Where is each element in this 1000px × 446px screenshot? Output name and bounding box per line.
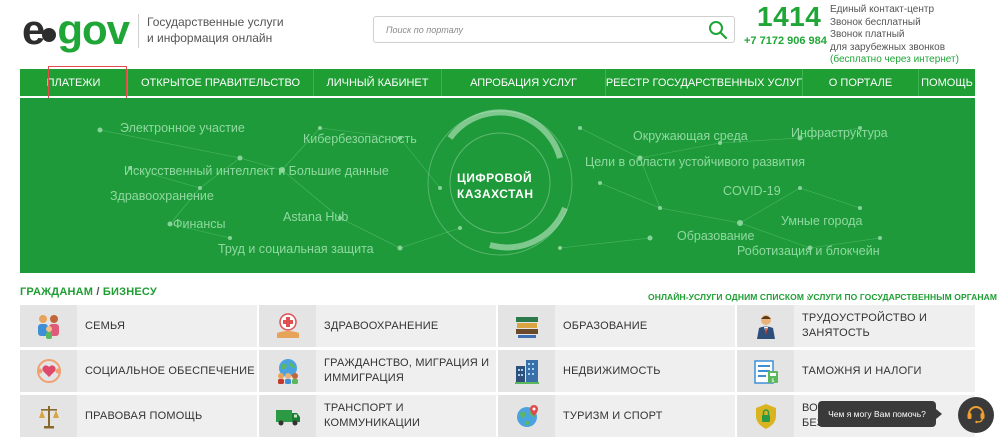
online-services-list-link[interactable]: ОНЛАЙН-УСЛУГИ ОДНИМ СПИСКОМ ›: [648, 292, 809, 302]
category-healthcare[interactable]: ЗДРАВООХРАНЕНИЕ: [259, 305, 496, 347]
contact-line: Звонок платный: [830, 29, 905, 40]
category-real-estate[interactable]: НЕДВИЖИМОСТЬ: [498, 350, 735, 392]
shield-lock-icon: [737, 395, 794, 437]
scales-icon: [20, 395, 77, 437]
category-label: ГРАЖДАНСТВО, МИГРАЦИЯ И ИММИГРАЦИЯ: [324, 357, 490, 384]
category-label: ЗДРАВООХРАНЕНИЕ: [324, 319, 439, 332]
logo-e: e: [22, 6, 45, 53]
section-title: ГРАЖДАНАМ / БИЗНЕСУ: [20, 286, 157, 298]
category-label: ТАМОЖНЯ И НАЛОГИ: [802, 364, 922, 377]
banner-title-line: КАЗАХСТАН: [457, 187, 534, 201]
banner-label[interactable]: Кибербезопасность: [303, 132, 417, 146]
truck-icon: [259, 395, 316, 437]
title-separator: /: [93, 286, 103, 298]
tagline: Государственные услуги и информация онла…: [138, 14, 288, 48]
search-icon[interactable]: [708, 20, 728, 40]
chat-tooltip[interactable]: Чем я могу Вам помочь?: [818, 401, 942, 427]
logo-gov: gov: [57, 6, 130, 53]
banner-label[interactable]: Финансы: [173, 217, 225, 231]
books-icon: [498, 305, 555, 347]
contact-info: Единый контакт-центр Звонок бесплатный З…: [830, 4, 1000, 67]
category-customs-taxes[interactable]: $ ТАМОЖНЯ И НАЛОГИ: [737, 350, 975, 392]
banner-label[interactable]: Роботизация и блокчейн: [737, 244, 880, 258]
category-label: СОЦИАЛЬНОЕ ОБЕСПЕЧЕНИЕ: [85, 364, 255, 377]
social-heart-icon: [20, 350, 77, 392]
search-box: [373, 16, 735, 43]
globe-people-icon: [259, 350, 316, 392]
nav-personal-account[interactable]: ЛИЧНЫЙ КАБИНЕТ: [314, 69, 442, 96]
banner-title: ЦИФРОВОЙ КАЗАХСТАН: [457, 170, 534, 202]
banner-label[interactable]: Образование: [677, 229, 754, 243]
category-education[interactable]: ОБРАЗОВАНИЕ: [498, 305, 735, 347]
banner-label[interactable]: Здравоохранение: [110, 189, 214, 203]
contact-line: для зарубежных звонков: [830, 41, 946, 53]
contact-line: Единый контакт-центр: [830, 4, 935, 15]
services-by-agency-link[interactable]: УСЛУГИ ПО ГОСУДАРСТВЕННЫМ ОРГАНАМ ›: [808, 292, 1000, 302]
category-legal-aid[interactable]: ПРАВОВАЯ ПОМОЩЬ: [20, 395, 257, 437]
nav-open-government[interactable]: ОТКРЫТОЕ ПРАВИТЕЛЬСТВО: [128, 69, 314, 96]
banner-label[interactable]: Окружающая среда: [633, 129, 748, 143]
banner-label[interactable]: Искусственный интеллект и Большие данные: [124, 164, 389, 178]
category-label: ПРАВОВАЯ ПОМОЩЬ: [85, 409, 203, 422]
category-label: ОБРАЗОВАНИЕ: [563, 319, 648, 332]
digital-kazakhstan-banner[interactable]: Электронное участие Кибербезопасность Ис…: [20, 98, 975, 273]
contact-line: Звонок бесплатный: [830, 16, 921, 28]
contact-phone[interactable]: +7 7172 906 984: [744, 35, 827, 47]
category-citizenship-migration[interactable]: ГРАЖДАНСТВО, МИГРАЦИЯ И ИММИГРАЦИЯ: [259, 350, 496, 392]
main-nav: ПЛАТЕЖИ ОТКРЫТОЕ ПРАВИТЕЛЬСТВО ЛИЧНЫЙ КА…: [20, 69, 975, 96]
globe-pin-icon: [498, 395, 555, 437]
tab-business[interactable]: БИЗНЕСУ: [103, 286, 157, 298]
category-family[interactable]: СЕМЬЯ: [20, 305, 257, 347]
banner-label[interactable]: Труд и социальная защита: [218, 242, 374, 256]
category-social-security[interactable]: СОЦИАЛЬНОЕ ОБЕСПЕЧЕНИЕ: [20, 350, 257, 392]
banner-label[interactable]: COVID-19: [723, 184, 781, 198]
category-label: ТРУДОУСТРОЙСТВО И ЗАНЯТОСТЬ: [802, 312, 928, 339]
category-label: ТУРИЗМ И СПОРТ: [563, 409, 663, 422]
tab-citizens[interactable]: ГРАЖДАНАМ: [20, 286, 93, 298]
nav-help[interactable]: ПОМОЩЬ: [919, 69, 975, 96]
category-label: ТРАНСПОРТ И КОММУНИКАЦИИ: [324, 402, 421, 429]
nav-service-registry[interactable]: РЕЕСТР ГОСУДАРСТВЕННЫХ УСЛУГ: [606, 69, 803, 96]
healthcare-icon: [259, 305, 316, 347]
category-tourism-sports[interactable]: ТУРИЗМ И СПОРТ: [498, 395, 735, 437]
svg-text:$: $: [771, 378, 774, 384]
family-icon: [20, 305, 77, 347]
category-transport[interactable]: ТРАНСПОРТ И КОММУНИКАЦИИ: [259, 395, 496, 437]
banner-label[interactable]: Цели в области устойчивого развития: [585, 155, 805, 169]
category-employment[interactable]: ТРУДОУСТРОЙСТВО И ЗАНЯТОСТЬ: [737, 305, 975, 347]
nav-about-portal[interactable]: О ПОРТАЛЕ: [803, 69, 919, 96]
nav-service-testing[interactable]: АПРОБАЦИЯ УСЛУГ: [442, 69, 606, 96]
banner-label[interactable]: Электронное участие: [120, 121, 245, 135]
logo-dot-icon: [42, 28, 57, 42]
category-label: НЕДВИЖИМОСТЬ: [563, 364, 661, 377]
chat-support-button[interactable]: [958, 397, 994, 433]
search-input[interactable]: [374, 17, 694, 42]
banner-label[interactable]: Инфраструктура: [791, 126, 888, 140]
category-label: СЕМЬЯ: [85, 319, 126, 332]
nav-payments[interactable]: ПЛАТЕЖИ: [20, 69, 128, 96]
contact-internet-call-link[interactable]: (бесплатно через интернет): [830, 54, 1000, 67]
header: e gov Государственные услуги и информаци…: [0, 0, 1000, 68]
headset-icon: [965, 402, 987, 429]
banner-title-line: ЦИФРОВОЙ: [457, 171, 533, 185]
buildings-icon: [498, 350, 555, 392]
worker-icon: [737, 305, 794, 347]
egov-logo[interactable]: e gov: [22, 6, 130, 53]
banner-label[interactable]: Astana Hub: [283, 210, 348, 224]
contact-center-number[interactable]: 1414: [757, 1, 821, 33]
customs-icon: $: [737, 350, 794, 392]
banner-label[interactable]: Умные города: [781, 214, 862, 228]
